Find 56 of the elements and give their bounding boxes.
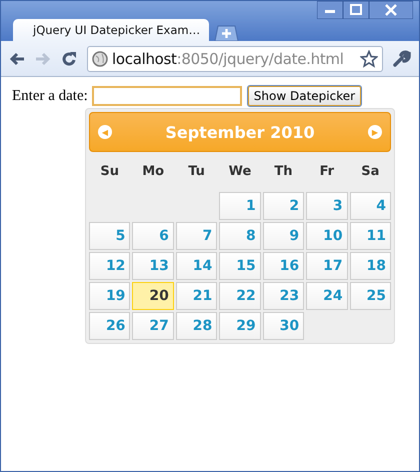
show-datepicker-button[interactable]: Show Datepicker xyxy=(248,86,362,106)
day-cell[interactable]: 11 xyxy=(350,222,391,250)
day-cell[interactable]: 20 xyxy=(132,282,174,310)
wrench-icon[interactable] xyxy=(393,50,411,68)
weekday-label: Mo xyxy=(141,163,166,181)
weekday-label: Tu xyxy=(187,163,206,181)
url-text: localhost:8050/jquery/date.html xyxy=(112,50,345,68)
day-cell[interactable]: 27 xyxy=(132,312,174,340)
star-icon[interactable] xyxy=(360,50,378,68)
day-cell[interactable]: 7 xyxy=(176,222,218,250)
day-cell[interactable]: 29 xyxy=(219,312,261,340)
day-cell[interactable]: 26 xyxy=(89,312,130,340)
weekday-label: Fr xyxy=(318,163,336,181)
day-cell[interactable]: 3 xyxy=(306,192,348,220)
address-bar[interactable]: localhost:8050/jquery/date.html xyxy=(87,46,383,72)
day-cell[interactable]: 1 xyxy=(219,192,261,220)
day-cell[interactable]: 17 xyxy=(306,252,348,280)
new-tab-icon[interactable] xyxy=(213,25,239,41)
month-title: September 2010 xyxy=(165,122,315,142)
day-cell[interactable]: 10 xyxy=(306,222,348,250)
day-cell[interactable]: 14 xyxy=(176,252,218,280)
back-icon[interactable] xyxy=(9,52,25,66)
reload-icon[interactable] xyxy=(61,50,77,66)
day-cell[interactable]: 15 xyxy=(219,252,261,280)
day-cell[interactable]: 21 xyxy=(176,282,218,310)
day-cell[interactable]: 24 xyxy=(306,282,348,310)
date-label: Enter a date: xyxy=(12,88,88,104)
day-cell[interactable]: 16 xyxy=(262,252,304,280)
day-cell[interactable]: 13 xyxy=(132,252,174,280)
date-field[interactable] xyxy=(92,86,242,106)
day-cell[interactable]: 22 xyxy=(219,282,261,310)
maximize-icon[interactable] xyxy=(343,1,369,19)
day-cell[interactable]: 30 xyxy=(262,312,304,340)
close-icon[interactable] xyxy=(369,1,413,19)
day-cell[interactable]: 2 xyxy=(262,192,304,220)
tab-title: jQuery UI Datepicker Exam… xyxy=(33,23,200,37)
weekday-label: Su xyxy=(99,163,120,181)
browser-tab[interactable]: jQuery UI Datepicker Exam… xyxy=(13,19,209,41)
day-cell[interactable]: 5 xyxy=(89,222,130,250)
day-cell[interactable]: 4 xyxy=(350,192,391,220)
day-cell[interactable]: 19 xyxy=(89,282,130,310)
next-month-button[interactable]: ▶ xyxy=(368,125,382,139)
day-cell[interactable]: 6 xyxy=(132,222,174,250)
weekday-label: Sa xyxy=(360,163,380,181)
previous-month-button[interactable]: ◀ xyxy=(98,125,112,139)
day-cell[interactable]: 18 xyxy=(350,252,391,280)
minimize-icon[interactable] xyxy=(317,1,343,19)
day-cell[interactable]: 28 xyxy=(176,312,218,340)
day-cell[interactable]: 9 xyxy=(262,222,304,250)
weekday-label: We xyxy=(228,163,252,181)
day-cell[interactable]: 8 xyxy=(219,222,261,250)
day-cell[interactable]: 25 xyxy=(350,282,391,310)
day-cell[interactable]: 12 xyxy=(89,252,130,280)
weekday-label: Th xyxy=(273,163,294,181)
day-cell[interactable]: 23 xyxy=(262,282,304,310)
globe-icon xyxy=(92,50,108,66)
